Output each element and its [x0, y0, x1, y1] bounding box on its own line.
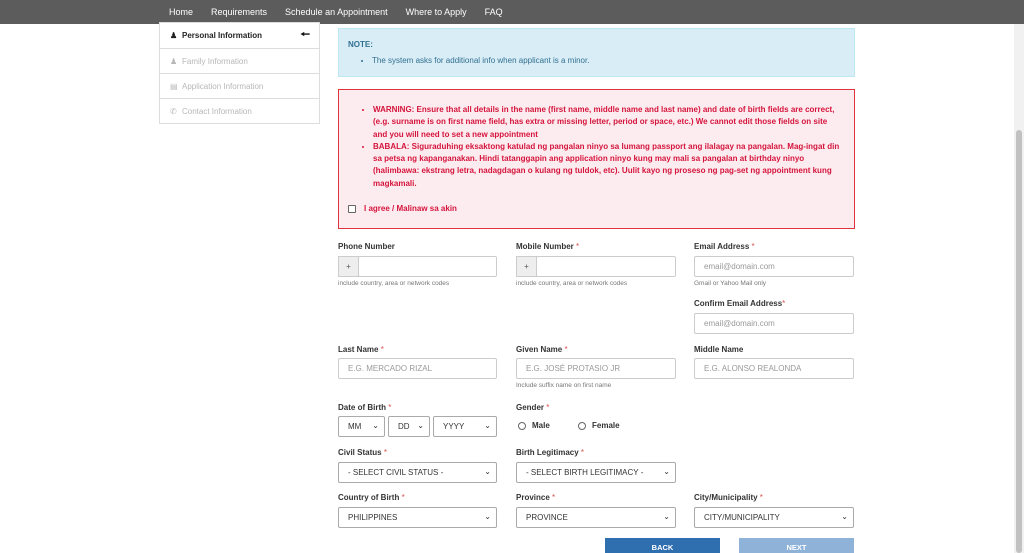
agree-checkbox-row[interactable]: I agree / Malinaw sa akin	[348, 204, 457, 213]
top-navbar: Home Requirements Schedule an Appointmen…	[0, 0, 1024, 24]
given-name-help: Include suffix name on first name	[516, 382, 612, 389]
arrow-left-icon: 🠔	[300, 29, 310, 41]
nav-requirements[interactable]: Requirements	[211, 0, 267, 24]
chevron-down-icon: ⌄	[417, 421, 424, 430]
sidebar-item-personal-information[interactable]: ♟ Personal Information 🠔	[160, 23, 319, 48]
gender-male-radio[interactable]: Male	[518, 421, 550, 430]
agree-checkbox[interactable]	[348, 204, 356, 213]
country-of-birth-select[interactable]: PHILIPPINES ⌄	[338, 507, 497, 528]
middle-name-input[interactable]: E.G. ALONSO REALONDA	[694, 358, 854, 379]
gender-label: Gender *	[516, 403, 550, 412]
province-select[interactable]: PROVINCE ⌄	[516, 507, 676, 528]
warning-item-english: WARNING: Ensure that all details in the …	[373, 104, 840, 141]
confirm-email-input[interactable]: email@domain.com	[694, 313, 854, 334]
back-button[interactable]: BACK	[605, 538, 720, 553]
dob-year-select[interactable]: YYYY ⌄	[433, 416, 497, 437]
phone-prefix: +	[338, 256, 359, 277]
mobile-prefix: +	[516, 256, 537, 277]
note-list: The system asks for additional info when…	[348, 56, 845, 65]
dob-day-select[interactable]: DD ⌄	[388, 416, 430, 437]
given-name-input[interactable]: E.G. JOSÉ PROTASIO JR	[516, 358, 676, 379]
warning-alert: WARNING: Ensure that all details in the …	[338, 89, 855, 229]
last-name-input[interactable]: E.G. MERCADO RIZAL	[338, 358, 497, 379]
chevron-down-icon: ⌄	[484, 512, 491, 521]
civil-status-select[interactable]: - SELECT CIVIL STATUS - ⌄	[338, 462, 497, 483]
city-select[interactable]: CITY/MUNICIPALITY ⌄	[694, 507, 854, 528]
phone-icon: ✆	[170, 106, 177, 116]
chevron-down-icon: ⌄	[663, 512, 670, 521]
phone-input[interactable]	[358, 256, 497, 277]
province-label: Province *	[516, 493, 556, 502]
note-item: The system asks for additional info when…	[372, 56, 845, 65]
email-label: Email Address *	[694, 242, 755, 251]
confirm-email-label: Confirm Email Address*	[694, 299, 786, 308]
chevron-down-icon: ⌄	[663, 467, 670, 476]
mobile-input[interactable]	[536, 256, 676, 277]
birth-legitimacy-select[interactable]: - SELECT BIRTH LEGITIMACY - ⌄	[516, 462, 676, 483]
scrollbar-thumb[interactable]	[1016, 130, 1022, 553]
chevron-down-icon: ⌄	[484, 421, 491, 430]
nav-schedule-appointment[interactable]: Schedule an Appointment	[285, 0, 388, 24]
agree-label: I agree / Malinaw sa akin	[364, 204, 457, 213]
civil-status-label: Civil Status *	[338, 448, 387, 457]
given-name-label: Given Name *	[516, 345, 568, 354]
phone-help: include country, area or network codes	[338, 280, 450, 287]
nav-where-to-apply[interactable]: Where to Apply	[406, 0, 467, 24]
email-help: Gmail or Yahoo Mail only	[694, 280, 767, 287]
note-alert: NOTE: The system asks for additional inf…	[338, 28, 855, 77]
sidebar-item-label: Family Information	[182, 56, 248, 66]
user-icon: ♟	[170, 31, 178, 40]
mobile-label: Mobile Number *	[516, 242, 580, 251]
nav-faq[interactable]: FAQ	[485, 0, 503, 24]
sidebar-item-label: Contact Information	[182, 106, 252, 116]
card-icon: ▤	[170, 81, 178, 91]
warning-item-tagalog: BABALA: Siguraduhing eksaktong katulad n…	[373, 141, 840, 190]
last-name-label: Last Name *	[338, 345, 384, 354]
sidebar-item-contact-information[interactable]: ✆ Contact Information	[160, 98, 319, 123]
note-title: NOTE:	[348, 40, 373, 49]
radio-circle[interactable]	[578, 421, 586, 430]
city-label: City/Municipality *	[694, 493, 763, 502]
users-icon: ♟	[170, 56, 178, 66]
birth-legitimacy-label: Birth Legitimacy *	[516, 448, 585, 457]
dob-month-select[interactable]: MM ⌄	[338, 416, 385, 437]
step-sidebar: ♟ Personal Information 🠔 ♟ Family Inform…	[159, 22, 320, 124]
page-scrollbar[interactable]	[1014, 24, 1024, 553]
middle-name-label: Middle Name	[694, 345, 744, 354]
chevron-down-icon: ⌄	[484, 467, 491, 476]
chevron-down-icon: ⌄	[372, 421, 379, 430]
dob-label: Date of Birth *	[338, 403, 392, 412]
nav-home[interactable]: Home	[169, 0, 193, 24]
warning-list: WARNING: Ensure that all details in the …	[363, 104, 840, 190]
sidebar-item-family-information[interactable]: ♟ Family Information	[160, 48, 319, 73]
email-input[interactable]: email@domain.com	[694, 256, 854, 277]
sidebar-item-label: Personal Information	[182, 31, 263, 40]
chevron-down-icon: ⌄	[841, 512, 848, 521]
main-nav: Home Requirements Schedule an Appointmen…	[160, 0, 521, 24]
country-of-birth-label: Country of Birth *	[338, 493, 405, 502]
radio-circle[interactable]	[518, 421, 526, 430]
mobile-help: include country, area or network codes	[516, 280, 628, 287]
gender-female-radio[interactable]: Female	[578, 421, 620, 430]
sidebar-item-label: Application Information	[182, 81, 264, 91]
sidebar-item-application-information[interactable]: ▤ Application Information	[160, 73, 319, 98]
phone-label: Phone Number	[338, 242, 395, 251]
next-button[interactable]: NEXT	[739, 538, 854, 553]
